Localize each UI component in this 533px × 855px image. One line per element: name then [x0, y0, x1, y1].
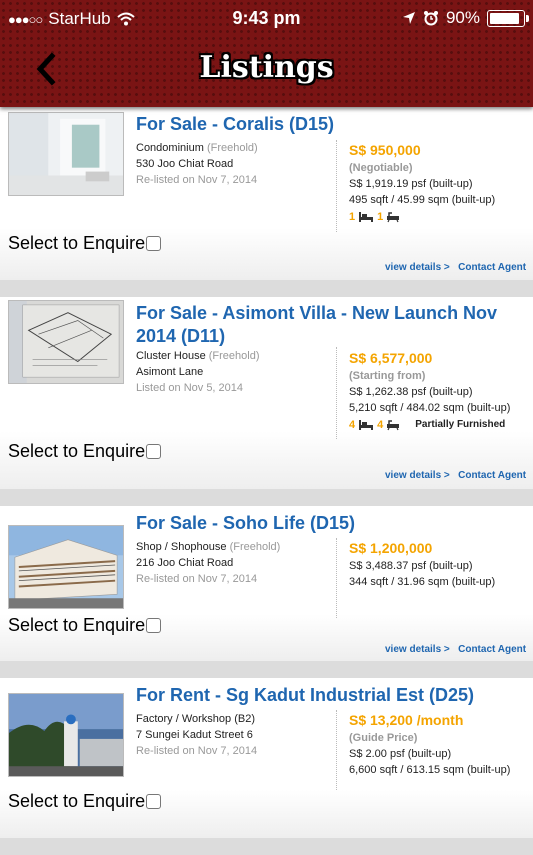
divider	[336, 710, 338, 790]
price-info: S$ 1,200,000 S$ 3,488.37 psf (built-up) …	[349, 539, 495, 590]
tenure: (Freehold)	[208, 350, 260, 362]
address: 7 Sungei Kadut Street 6	[136, 729, 253, 741]
page-title: Listings	[199, 50, 334, 85]
contact-agent-link[interactable]: Contact Agent	[458, 644, 526, 655]
listing-photo[interactable]	[8, 525, 124, 609]
price-note: (Negotiable)	[349, 162, 413, 174]
status-bar: ●●●○○ StarHub 9:43 pm 90%	[0, 0, 533, 36]
enquire-option[interactable]: Select to Enquire	[8, 615, 162, 636]
enquire-option[interactable]: Select to Enquire	[8, 233, 162, 254]
app-header: ●●●○○ StarHub 9:43 pm 90% Listings	[0, 0, 533, 107]
floor-size: 495 sqft / 45.99 sqm (built-up)	[349, 194, 496, 206]
listing-card[interactable]: For Rent - Sg Kadut Industrial Est (D25)…	[0, 678, 533, 838]
divider	[336, 538, 338, 618]
enquire-label: Select to Enquire	[8, 441, 146, 461]
psf: S$ 3,488.37 psf (built-up)	[349, 560, 473, 572]
address: 216 Joo Chiat Road	[136, 557, 234, 569]
address: 530 Joo Chiat Road	[136, 158, 234, 170]
enquire-label: Select to Enquire	[8, 791, 146, 811]
listing-photo[interactable]	[8, 693, 124, 777]
psf: S$ 2.00 psf (built-up)	[349, 748, 452, 760]
property-type: Cluster House	[136, 350, 206, 362]
bedroom-count: 1	[349, 211, 356, 223]
bed-icon	[359, 212, 374, 222]
listing-links: view details > Contact Agent	[385, 262, 526, 273]
listing-photo[interactable]	[8, 112, 124, 196]
enquire-checkbox[interactable]	[146, 618, 162, 633]
divider	[336, 347, 338, 439]
amenities: 4 4 Partially Furnished	[349, 417, 510, 433]
floor-size: 6,600 sqft / 613.15 sqm (built-up)	[349, 764, 511, 776]
listing-info: Condominium (Freehold) 530 Joo Chiat Roa…	[136, 140, 258, 188]
price-note: (Starting from)	[349, 370, 426, 382]
bathtub-icon	[387, 212, 400, 223]
enquire-label: Select to Enquire	[8, 233, 146, 253]
listing-photo[interactable]	[8, 300, 124, 384]
property-type: Factory / Workshop (B2)	[136, 713, 255, 725]
bathroom-count: 4	[377, 419, 384, 431]
listing-title[interactable]: For Sale - Soho Life (D15)	[136, 512, 525, 535]
price: S$ 6,577,000	[349, 350, 433, 366]
price-note: (Guide Price)	[349, 732, 418, 744]
divider	[336, 140, 338, 232]
listing-links: view details > Contact Agent	[385, 470, 526, 481]
listed-date: Re-listed on Nov 7, 2014	[136, 745, 258, 757]
location-arrow-icon	[402, 12, 415, 24]
listing-links: view details > Contact Agent	[385, 644, 526, 655]
address: Asimont Lane	[136, 366, 204, 378]
listing-title[interactable]: For Rent - Sg Kadut Industrial Est (D25)	[136, 684, 525, 707]
tenure: (Freehold)	[206, 142, 258, 154]
listing-info: Shop / Shophouse (Freehold) 216 Joo Chia…	[136, 539, 280, 587]
view-details-link[interactable]: view details >	[385, 262, 450, 273]
bedroom-count: 4	[349, 419, 356, 431]
amenities: 1 1	[349, 209, 495, 225]
bathroom-count: 1	[377, 211, 384, 223]
listed-date: Re-listed on Nov 7, 2014	[136, 174, 258, 186]
enquire-option[interactable]: Select to Enquire	[8, 441, 162, 462]
bed-icon	[359, 420, 374, 430]
contact-agent-link[interactable]: Contact Agent	[458, 470, 526, 481]
tenure: (Freehold)	[229, 541, 281, 553]
listing-title[interactable]: For Sale - Coralis (D15)	[136, 113, 525, 136]
enquire-label: Select to Enquire	[8, 615, 146, 635]
listing-info: Cluster House (Freehold) Asimont Lane Li…	[136, 348, 260, 396]
property-type: Shop / Shophouse	[136, 541, 227, 553]
price-info: S$ 950,000 (Negotiable) S$ 1,919.19 psf …	[349, 141, 495, 225]
psf: S$ 1,262.38 psf (built-up)	[349, 386, 473, 398]
floor-size: 5,210 sqft / 484.02 sqm (built-up)	[349, 402, 511, 414]
battery-percent: 90%	[445, 8, 480, 27]
contact-agent-link[interactable]: Contact Agent	[458, 262, 526, 273]
enquire-checkbox[interactable]	[146, 794, 162, 809]
listed-date: Re-listed on Nov 7, 2014	[136, 573, 258, 585]
price: S$ 950,000	[349, 142, 421, 158]
listing-info: Factory / Workshop (B2) 7 Sungei Kadut S…	[136, 711, 257, 759]
psf: S$ 1,919.19 psf (built-up)	[349, 178, 473, 190]
view-details-link[interactable]: view details >	[385, 644, 450, 655]
enquire-option[interactable]: Select to Enquire	[8, 791, 162, 812]
battery-icon	[487, 9, 529, 27]
view-details-link[interactable]: view details >	[385, 470, 450, 481]
bathtub-icon	[387, 420, 400, 431]
enquire-checkbox[interactable]	[146, 236, 162, 251]
enquire-checkbox[interactable]	[146, 444, 162, 459]
listing-title[interactable]: For Sale - Asimont Villa - New Launch No…	[136, 302, 525, 348]
property-type: Condominium	[136, 142, 204, 154]
alarm-clock-icon	[423, 11, 438, 26]
listing-card[interactable]: For Sale - Coralis (D15) Condominium (Fr…	[0, 107, 533, 280]
listings-list: For Sale - Coralis (D15) Condominium (Fr…	[0, 107, 533, 855]
listing-card[interactable]: For Sale - Asimont Villa - New Launch No…	[0, 297, 533, 489]
furnishing: Partially Furnished	[415, 419, 506, 430]
listing-card[interactable]: For Sale - Soho Life (D15) Shop / Shopho…	[0, 506, 533, 661]
price-info: S$ 6,577,000 (Starting from) S$ 1,262.38…	[349, 349, 510, 433]
price-info: S$ 13,200 /month (Guide Price) S$ 2.00 p…	[349, 711, 510, 778]
price: S$ 13,200 /month	[349, 712, 464, 728]
price: S$ 1,200,000	[349, 540, 433, 556]
listed-date: Listed on Nov 5, 2014	[136, 382, 244, 394]
floor-size: 344 sqft / 31.96 sqm (built-up)	[349, 576, 496, 588]
